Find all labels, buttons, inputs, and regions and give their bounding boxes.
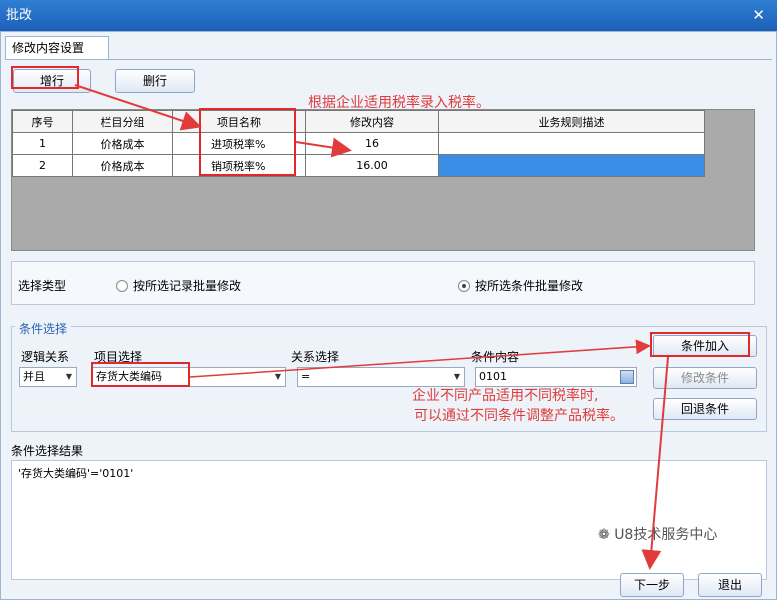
watermark: ❁ U8技术服务中心 — [598, 524, 717, 544]
edit-grid: 序号 栏目分组 项目名称 修改内容 业务规则描述 1 价格成本 进项税率% 16… — [11, 109, 755, 251]
chevron-down-icon: ▼ — [453, 372, 460, 381]
dialog-body: 修改内容设置 增行 删行 序号 栏目分组 项目名称 修改内容 业务规则描述 1 … — [0, 31, 777, 600]
col-header-seq: 序号 — [12, 110, 73, 133]
edit-table: 序号 栏目分组 项目名称 修改内容 业务规则描述 1 价格成本 进项税率% 16… — [12, 110, 705, 177]
item-label: 项目选择 — [94, 350, 143, 364]
watermark-text: U8技术服务中心 — [614, 527, 718, 543]
select-type-group: 选择类型 按所选记录批量修改 按所选条件批量修改 — [11, 261, 755, 305]
tab-divider — [5, 59, 772, 60]
delete-row-button[interactable]: 删行 — [115, 69, 195, 93]
annotation-note-rate: 根据企业适用税率录入税率。 — [308, 95, 490, 111]
item-select[interactable]: 存货大类编码 ▼ — [92, 367, 286, 387]
calendar-icon[interactable] — [620, 370, 634, 384]
logic-select-value: 并且 — [23, 370, 45, 383]
relation-select-value: = — [301, 370, 311, 383]
radio-icon[interactable] — [116, 280, 128, 292]
tab-modify-content[interactable]: 修改内容设置 — [5, 36, 109, 60]
radio-selected-icon[interactable] — [458, 280, 470, 292]
table-row[interactable]: 2 价格成本 销项税率% 16.00 — [12, 154, 705, 177]
result-label: 条件选择结果 — [11, 444, 84, 458]
back-condition-button[interactable]: 回退条件 — [653, 398, 757, 420]
exit-button[interactable]: 退出 — [698, 573, 762, 597]
radio-by-conditions[interactable]: 按所选条件批量修改 — [458, 277, 583, 294]
add-row-button[interactable]: 增行 — [13, 69, 91, 93]
logic-select[interactable]: 并且 ▼ — [19, 367, 77, 387]
annotation-note-line2: 可以通过不同条件调整产品税率。 — [414, 408, 624, 424]
cell-value[interactable]: 16 — [305, 132, 439, 155]
relation-label: 关系选择 — [291, 350, 340, 364]
next-button[interactable]: 下一步 — [620, 573, 684, 597]
cell-item[interactable]: 销项税率% — [172, 154, 306, 177]
add-condition-button[interactable]: 条件加入 — [653, 335, 757, 357]
cell-seq: 2 — [12, 154, 73, 177]
modify-condition-button[interactable]: 修改条件 — [653, 367, 757, 389]
result-area[interactable]: '存货大类编码'='0101' — [11, 460, 767, 580]
col-header-desc: 业务规则描述 — [438, 110, 705, 133]
radio-by-records-label: 按所选记录批量修改 — [133, 279, 242, 293]
col-header-group: 栏目分组 — [72, 110, 173, 133]
content-label: 条件内容 — [471, 350, 520, 364]
cell-group[interactable]: 价格成本 — [72, 132, 173, 155]
annotation-note-line1: 企业不同产品适用不同税率时, — [412, 388, 599, 404]
relation-select[interactable]: = ▼ — [297, 367, 465, 387]
title-bar: 批改 ✕ — [0, 0, 777, 31]
condition-section-label: 条件选择 — [15, 320, 72, 337]
result-text: '存货大类编码'='0101' — [18, 467, 134, 480]
radio-by-records[interactable]: 按所选记录批量修改 — [116, 277, 241, 294]
content-input-value: 0101 — [479, 370, 507, 383]
content-input[interactable]: 0101 — [475, 367, 637, 387]
table-row[interactable]: 1 价格成本 进项税率% 16 — [12, 132, 705, 155]
cell-value[interactable]: 16.00 — [305, 154, 439, 177]
cell-seq: 1 — [12, 132, 73, 155]
close-icon[interactable]: ✕ — [752, 0, 765, 31]
col-header-value: 修改内容 — [305, 110, 439, 133]
cell-desc[interactable] — [438, 154, 705, 177]
item-select-value: 存货大类编码 — [96, 370, 162, 383]
wechat-icon: ❁ — [598, 527, 615, 543]
radio-by-conditions-label: 按所选条件批量修改 — [475, 279, 584, 293]
table-header-row: 序号 栏目分组 项目名称 修改内容 业务规则描述 — [12, 110, 705, 133]
col-header-item: 项目名称 — [172, 110, 306, 133]
cell-group[interactable]: 价格成本 — [72, 154, 173, 177]
chevron-down-icon: ▼ — [65, 372, 72, 381]
logic-label: 逻辑关系 — [21, 350, 70, 364]
chevron-down-icon: ▼ — [274, 372, 281, 381]
select-type-label: 选择类型 — [18, 279, 67, 293]
cell-item[interactable]: 进项税率% — [172, 132, 306, 155]
window-title: 批改 — [6, 8, 33, 23]
cell-desc[interactable] — [438, 132, 705, 155]
